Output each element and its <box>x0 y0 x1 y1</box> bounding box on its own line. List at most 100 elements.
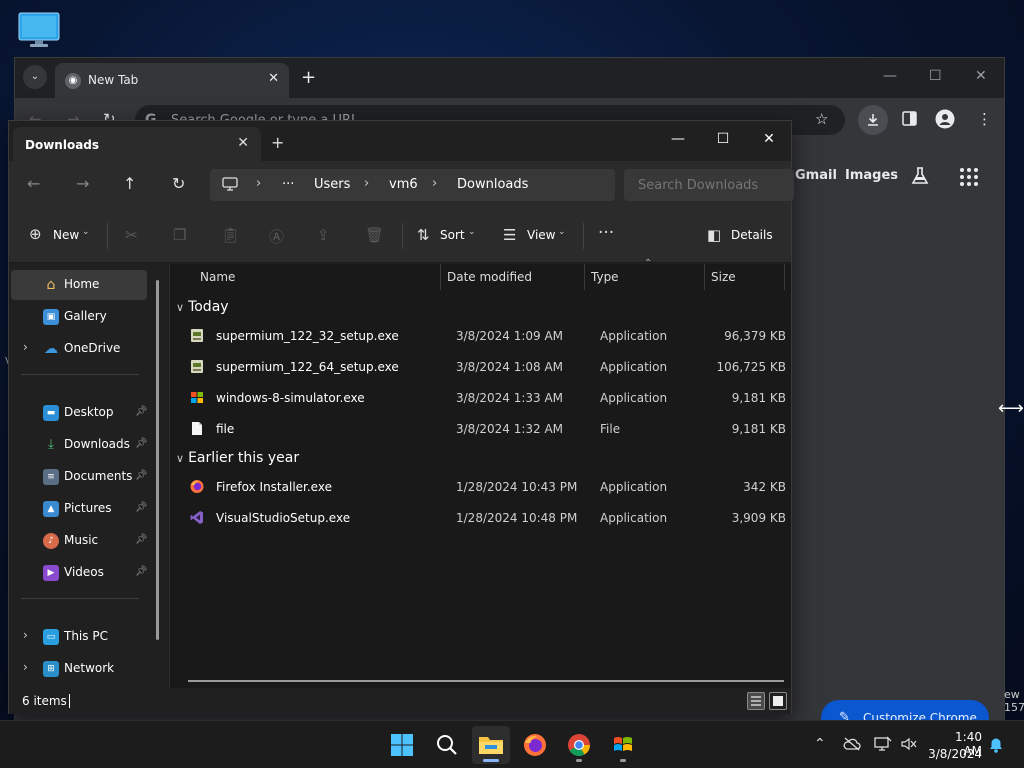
sidebar-item-videos[interactable]: ▶ Videos 📌︎ <box>11 558 148 588</box>
close-icon[interactable]: ✕ <box>268 71 279 86</box>
paste-icon[interactable]: 📋︎ <box>221 226 240 244</box>
maximize-icon[interactable]: ☐ <box>929 68 942 84</box>
labs-flask-icon[interactable] <box>910 166 930 186</box>
onedrive-offline-icon[interactable] <box>843 736 861 752</box>
tiles-view-button[interactable] <box>769 692 787 710</box>
new-tab-plus-icon[interactable]: + <box>271 133 284 152</box>
back-arrow-icon[interactable]: ← <box>27 174 40 193</box>
sidebar-item-onedrive[interactable]: › ☁ OneDrive <box>11 334 147 364</box>
up-arrow-icon[interactable]: ↑ <box>123 174 136 193</box>
chrome-tab-new-tab[interactable]: ◉ New Tab ✕ <box>55 63 289 98</box>
profile-avatar-icon[interactable] <box>935 109 955 129</box>
more-vertical-icon[interactable]: ⋮ <box>977 110 992 128</box>
file-row[interactable]: windows-8-simulator.exe 3/8/2024 1:33 AM… <box>186 384 786 414</box>
file-row[interactable]: VisualStudioSetup.exe 1/28/2024 10:48 PM… <box>186 504 786 534</box>
horizontal-scrollbar[interactable] <box>188 680 784 682</box>
column-divider[interactable] <box>704 264 705 290</box>
chevron-right-icon[interactable]: › <box>364 176 369 191</box>
sidebar-item-label: OneDrive <box>64 341 121 355</box>
network-ethernet-icon[interactable] <box>874 736 892 752</box>
group-header-today[interactable]: ∨ Today <box>176 299 229 315</box>
close-icon[interactable]: ✕ <box>237 135 249 151</box>
rename-icon[interactable]: Ⓐ <box>269 226 284 247</box>
details-pane-icon: ◧ <box>707 226 722 244</box>
column-divider[interactable] <box>440 264 441 290</box>
details-button[interactable]: Details <box>731 228 773 242</box>
taskbar-firefox[interactable] <box>516 726 554 764</box>
file-row[interactable]: supermium_122_64_setup.exe 3/8/2024 1:08… <box>186 353 786 383</box>
clock-date[interactable]: 3/8/2024 <box>928 747 982 761</box>
close-icon[interactable]: ✕ <box>746 125 792 153</box>
chevron-up-icon[interactable]: ⌃ <box>814 736 826 752</box>
sidebar-item-network[interactable]: › ⊞ Network <box>11 654 147 684</box>
gmail-link[interactable]: Gmail <box>795 168 837 183</box>
sidebar-item-documents[interactable]: ≡ Documents 📌︎ <box>11 462 148 492</box>
sidebar-item-home[interactable]: ⌂ Home <box>11 270 147 300</box>
minimize-icon[interactable]: — <box>655 125 701 153</box>
notification-bell-icon[interactable] <box>988 737 1004 753</box>
column-header-date[interactable]: Date modified <box>447 264 532 290</box>
column-divider[interactable] <box>784 264 785 290</box>
images-link[interactable]: Images <box>845 168 898 183</box>
more-options-icon[interactable]: ··· <box>598 223 614 243</box>
view-button[interactable]: View <box>527 228 555 242</box>
firefox-icon <box>524 734 546 756</box>
group-header-earlier-this-year[interactable]: ∨ Earlier this year <box>176 450 299 466</box>
chevron-right-icon[interactable]: › <box>23 628 28 642</box>
sort-button[interactable]: Sort <box>440 228 465 242</box>
chevron-right-icon[interactable]: › <box>23 340 28 354</box>
volume-muted-icon[interactable] <box>900 736 918 752</box>
chevron-right-icon[interactable]: › <box>23 660 28 674</box>
column-divider[interactable] <box>584 264 585 290</box>
explorer-tab-downloads[interactable]: Downloads ✕ <box>13 127 261 161</box>
file-row[interactable]: file 3/8/2024 1:32 AM File 9,181 KB <box>186 415 786 445</box>
start-button[interactable] <box>383 726 421 764</box>
search-input[interactable] <box>624 169 794 201</box>
sidebar-item-music[interactable]: ♪ Music 📌︎ <box>11 526 148 556</box>
tab-search-icon[interactable]: ⌄ <box>23 65 47 89</box>
google-apps-grid-icon[interactable] <box>959 167 979 187</box>
minimize-icon[interactable]: — <box>883 68 897 84</box>
breadcrumb-users[interactable]: Users <box>314 177 350 192</box>
windows-flag-app-icon <box>191 392 203 403</box>
maximize-icon[interactable]: ☐ <box>700 125 746 153</box>
sidebar-item-gallery[interactable]: ▣ Gallery <box>11 302 147 332</box>
details-view-button[interactable] <box>747 692 765 710</box>
close-icon[interactable]: ✕ <box>975 68 987 84</box>
sidebar-item-this-pc[interactable]: › ▭ This PC <box>11 622 147 652</box>
copy-icon[interactable]: ❐ <box>173 226 186 244</box>
search-button[interactable] <box>428 726 466 764</box>
chrome-tab-strip: ⌄ ◉ New Tab ✕ + — ☐ ✕ <box>15 58 1004 98</box>
breadcrumb-vm6[interactable]: vm6 <box>389 177 418 192</box>
column-header-name[interactable]: Name <box>200 264 235 290</box>
sidebar-item-downloads[interactable]: ⤓ Downloads 📌︎ <box>11 430 148 460</box>
new-tab-plus-icon[interactable]: + <box>301 67 316 88</box>
breadcrumb-more-icon[interactable]: ··· <box>282 177 294 192</box>
taskbar-file-explorer[interactable] <box>472 726 510 764</box>
bookmark-star-icon[interactable]: ☆ <box>815 110 828 128</box>
refresh-icon[interactable]: ↻ <box>172 174 185 193</box>
address-bar[interactable]: › ··· Users › vm6 › Downloads <box>210 169 615 201</box>
sidebar-scrollbar[interactable] <box>156 280 159 640</box>
new-button[interactable]: New <box>53 228 79 242</box>
file-row[interactable]: supermium_122_32_setup.exe 3/8/2024 1:09… <box>186 322 786 352</box>
network-icon: ⊞ <box>43 661 59 677</box>
delete-trash-icon[interactable]: 🗑︎ <box>365 226 384 244</box>
new-plus-circle-icon: ⊕ <box>29 225 42 243</box>
cut-icon[interactable]: ✂ <box>125 226 138 244</box>
file-row[interactable]: Firefox Installer.exe 1/28/2024 10:43 PM… <box>186 473 786 503</box>
taskbar-chrome[interactable] <box>560 726 598 764</box>
share-icon[interactable]: ⇪ <box>317 226 330 244</box>
sidebar-item-pictures[interactable]: ▲ Pictures 📌︎ <box>11 494 148 524</box>
forward-arrow-icon[interactable]: → <box>76 174 89 193</box>
side-panel-icon[interactable] <box>902 111 917 126</box>
column-header-size[interactable]: Size <box>711 264 736 290</box>
chrome-tab-favicon-icon: ◉ <box>65 73 81 89</box>
column-header-type[interactable]: Type <box>591 264 619 290</box>
this-pc-desktop-icon[interactable] <box>18 12 60 48</box>
sidebar-item-desktop[interactable]: ▬ Desktop 📌︎ <box>11 398 148 428</box>
chevron-right-icon[interactable]: › <box>432 176 437 191</box>
breadcrumb-downloads[interactable]: Downloads <box>457 177 528 192</box>
downloads-button[interactable] <box>858 105 888 135</box>
taskbar-windows-8-simulator[interactable] <box>604 726 642 764</box>
